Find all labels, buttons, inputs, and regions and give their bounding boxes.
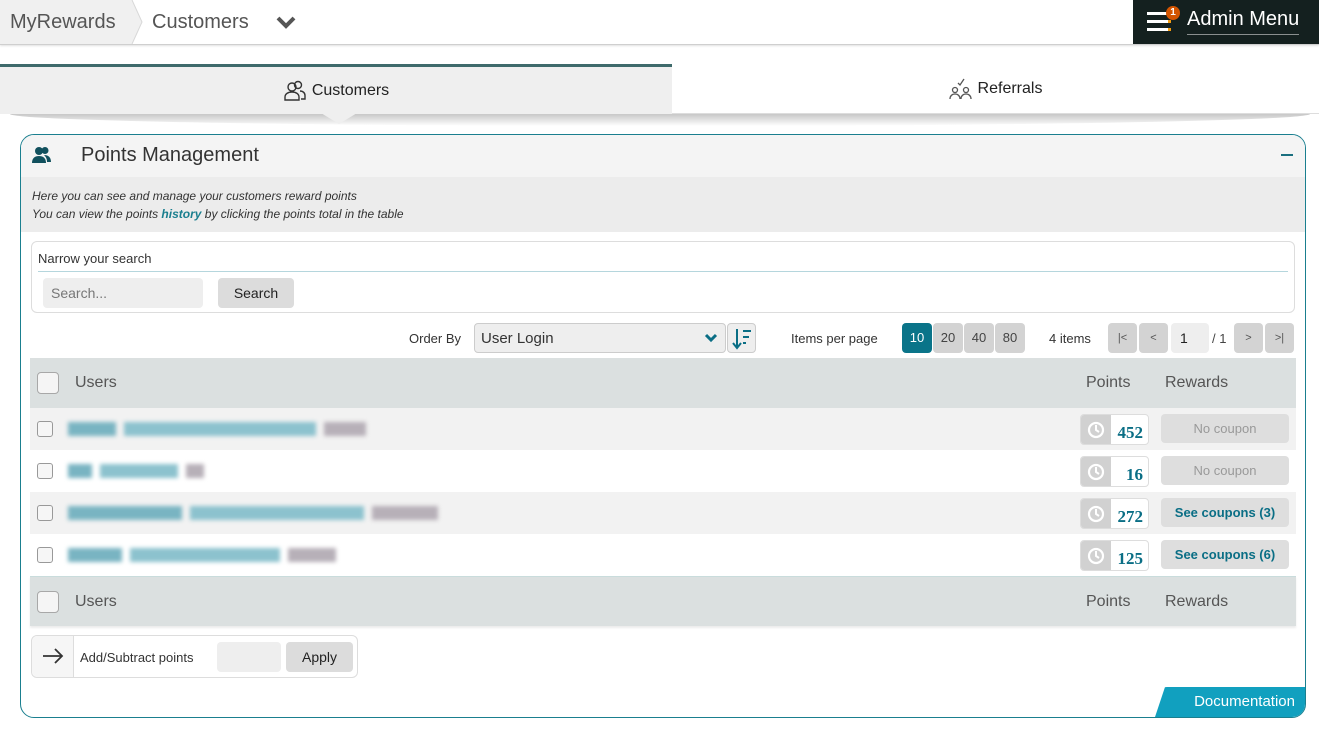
see-coupons-button[interactable]: See coupons (3) (1161, 498, 1289, 527)
history-icon (1087, 505, 1105, 523)
points-value: 125 (1117, 549, 1144, 568)
items-per-page-label: Items per page (791, 331, 878, 346)
search-input[interactable] (43, 278, 203, 308)
prev-page-button[interactable]: < (1139, 323, 1168, 353)
user-info-blurred[interactable]: xxxxxxxxxxxxxxxxxxxxxxxxxxxxxxxxxxxxxxxx… (68, 422, 366, 436)
breadcrumb-home[interactable]: MyRewards (0, 0, 142, 44)
referral-icon (948, 78, 972, 99)
notification-badge: 1 (1166, 6, 1180, 20)
tab-shadow (10, 114, 1310, 126)
tab-bar: Customers Referrals (0, 64, 1319, 114)
row-checkbox[interactable] (37, 547, 53, 563)
row-checkbox[interactable] (37, 463, 53, 479)
history-icon (1087, 463, 1105, 481)
apply-button[interactable]: Apply (286, 642, 353, 672)
divider (38, 271, 1288, 272)
tab-customers[interactable]: Customers (0, 64, 672, 114)
table-row: xxxxxxxxxxxxxxxxxxxx 16 No coupon (30, 450, 1296, 492)
current-page-input[interactable] (1171, 323, 1209, 353)
breadcrumb-separator (131, 0, 143, 44)
points-value: 452 (1117, 423, 1144, 442)
minus-icon[interactable] (1281, 154, 1293, 156)
points-history-button[interactable]: 452 (1080, 414, 1149, 445)
row-checkbox[interactable] (37, 505, 53, 521)
panel-header: Points Management (21, 135, 1305, 177)
user-info-blurred[interactable]: xxxxxxxxxxxxxxxxxxxx (68, 464, 204, 478)
sort-direction-button[interactable] (727, 323, 756, 353)
column-footer-rewards: Rewards (1165, 593, 1229, 610)
column-footer-users: Users (75, 593, 117, 610)
search-box: Narrow your search Search (31, 241, 1295, 313)
column-footer-points: Points (1086, 593, 1131, 610)
description-line-1: Here you can see and manage your custome… (32, 189, 357, 203)
last-page-button[interactable]: >| (1265, 323, 1294, 353)
select-all-checkbox[interactable] (37, 591, 59, 613)
table-row: xxxxxxxxxxxxxxxxxxxxxxxxxxxxxxxxxxxxxxxx… (30, 408, 1296, 450)
admin-menu-button[interactable]: 1 Admin Menu (1133, 0, 1319, 44)
users-icon (32, 147, 51, 163)
search-button[interactable]: Search (218, 278, 294, 308)
items-per-page-20[interactable]: 20 (933, 323, 963, 353)
points-value: 272 (1117, 507, 1144, 526)
sort-descending-icon (732, 329, 751, 350)
no-coupon-button: No coupon (1161, 456, 1289, 485)
chevron-down-icon[interactable] (275, 12, 297, 32)
admin-menu-label: Admin Menu (1187, 8, 1300, 35)
order-by-select[interactable]: User Login (474, 323, 726, 353)
top-bar: MyRewards Customers 1 Admin Menu (0, 0, 1319, 45)
no-coupon-button: No coupon (1161, 414, 1289, 443)
table-row: xxxxxxxxxxxxxxxxxxxxxxxxxxxxxxxxxxxxxxxx… (30, 492, 1296, 534)
points-management-panel: Points Management Here you can see and m… (20, 134, 1306, 718)
first-page-button[interactable]: |< (1108, 323, 1137, 353)
user-info-blurred[interactable]: xxxxxxxxxxxxxxxxxxxxxxxxxxxxxxxxxxxxxxxx… (68, 548, 336, 562)
column-header-rewards[interactable]: Rewards (1165, 374, 1228, 392)
column-header-points[interactable]: Points (1086, 374, 1130, 392)
table-row: xxxxxxxxxxxxxxxxxxxxxxxxxxxxxxxxxxxxxxxx… (30, 534, 1296, 576)
select-all-checkbox[interactable] (37, 372, 59, 394)
column-header-users[interactable]: Users (75, 374, 117, 392)
history-icon (1087, 421, 1105, 439)
tab-label: Customers (311, 81, 390, 99)
panel-title: Points Management (81, 144, 259, 166)
next-page-button[interactable]: > (1234, 323, 1263, 353)
active-tab-pointer (321, 113, 357, 124)
bulk-points-action: Add/Subtract points Apply (31, 635, 358, 678)
points-history-button[interactable]: 125 (1080, 540, 1149, 571)
tab-label: Referrals (977, 79, 1043, 97)
chevron-down-icon (704, 333, 718, 343)
points-history-button[interactable]: 272 (1080, 498, 1149, 529)
history-icon (1087, 547, 1105, 565)
breadcrumb-current[interactable]: Customers (152, 0, 249, 44)
bulk-action-label: Add/Subtract points (80, 650, 194, 665)
customers-table: Users Points Rewards xxxxxxxxxxxxxxxxxxx… (30, 358, 1296, 626)
description-line-2: You can view the points history by click… (32, 207, 404, 221)
items-per-page-40[interactable]: 40 (964, 323, 994, 353)
user-info-blurred[interactable]: xxxxxxxxxxxxxxxxxxxxxxxxxxxxxxxxxxxxxxxx… (68, 506, 438, 520)
order-by-label: Order By (409, 331, 462, 346)
panel-description: Here you can see and manage your custome… (21, 177, 1305, 232)
users-outline-icon (284, 80, 306, 101)
points-amount-input[interactable] (217, 642, 281, 672)
history-link: history (161, 207, 202, 221)
row-checkbox[interactable] (37, 421, 53, 437)
tab-referrals[interactable]: Referrals (672, 64, 1319, 114)
table-toolbar: Order By User Login Items per page 10 20… (21, 321, 1305, 355)
table-header: Users Points Rewards (30, 358, 1296, 408)
points-value: 16 (1126, 465, 1143, 484)
table-footer: Users Points Rewards (30, 576, 1296, 626)
items-per-page-10[interactable]: 10 (902, 323, 932, 353)
arrow-right-icon (32, 636, 74, 677)
documentation-link[interactable]: Documentation (1155, 687, 1305, 717)
search-title: Narrow your search (38, 251, 152, 266)
order-by-value: User Login (481, 330, 554, 347)
points-history-button[interactable]: 16 (1080, 456, 1149, 487)
total-pages: / 1 (1212, 331, 1227, 346)
items-count: 4 items (1049, 331, 1091, 346)
see-coupons-button[interactable]: See coupons (6) (1161, 540, 1289, 569)
items-per-page-80[interactable]: 80 (995, 323, 1025, 353)
